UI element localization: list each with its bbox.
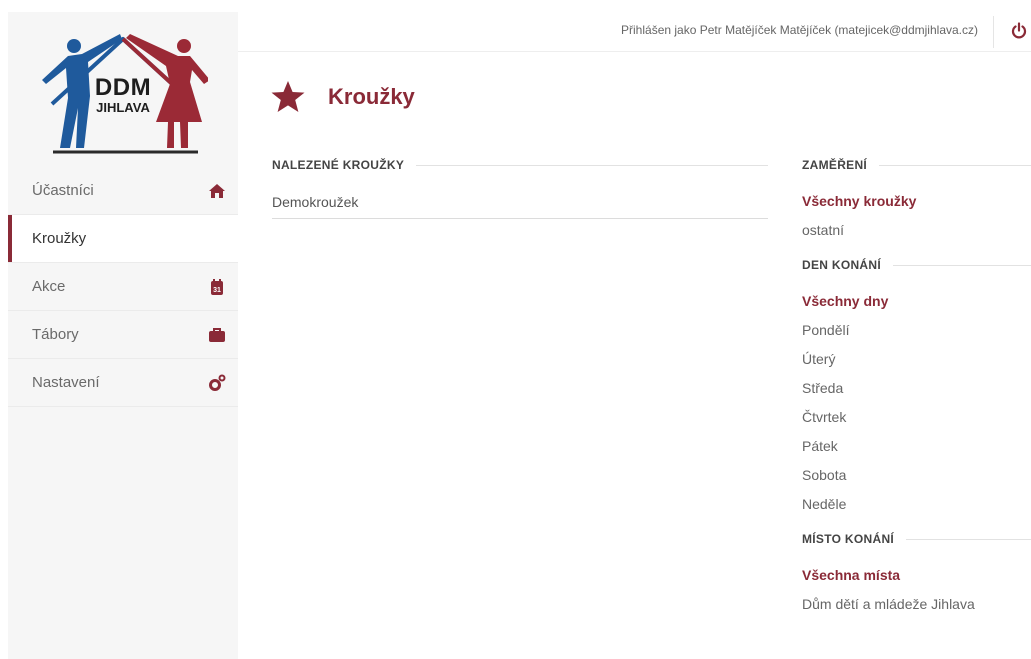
filter-focus: ZAMĚŘENÍ Všechny kroužky ostatní <box>802 158 1031 248</box>
sidebar: DDM JIHLAVA Účastníci Kroužky Akce 31 Tá… <box>8 12 238 659</box>
top-bar: Přihlášen jako Petr Matějíček Matějíček … <box>238 12 1031 52</box>
sidebar-item-ucastnici[interactable]: Účastníci <box>8 167 238 215</box>
filter-heading: DEN KONÁNÍ <box>802 258 1031 272</box>
filter-option[interactable]: Neděle <box>802 493 1031 522</box>
heading-divider <box>879 164 1031 166</box>
sidebar-nav: Účastníci Kroužky Akce 31 Tábory Nastave… <box>8 167 238 407</box>
filter-heading-label: MÍSTO KONÁNÍ <box>802 532 895 546</box>
briefcase-icon <box>209 328 225 342</box>
page-title: Kroužky <box>328 84 415 109</box>
results-section: NALEZENÉ KROUŽKY Demokroužek <box>272 158 768 219</box>
filter-option[interactable]: ostatní <box>802 219 1031 248</box>
logo-wordmark: DDM JIHLAVA <box>88 74 158 115</box>
ddm-jihlava-logo[interactable]: DDM JIHLAVA <box>38 24 210 159</box>
filter-option[interactable]: Všechna místa <box>802 564 1031 593</box>
sidebar-item-label: Nastavení <box>32 374 100 391</box>
list-item[interactable]: Demokroužek <box>272 194 768 219</box>
filter-option[interactable]: Dům dětí a mládeže Jihlava <box>802 593 1031 622</box>
filter-options: Všechna místa Dům dětí a mládeže Jihlava <box>802 564 1031 622</box>
heading-divider <box>893 264 1031 266</box>
sidebar-item-akce[interactable]: Akce 31 <box>8 263 238 311</box>
star-icon <box>271 81 305 112</box>
sidebar-item-label: Účastníci <box>32 182 94 199</box>
sidebar-item-krouzky[interactable]: Kroužky <box>8 215 238 263</box>
filter-place: MÍSTO KONÁNÍ Všechna místa Dům dětí a ml… <box>802 532 1031 622</box>
cogs-icon <box>209 374 226 391</box>
filter-day: DEN KONÁNÍ Všechny dny Pondělí Úterý Stř… <box>802 258 1031 522</box>
logo-line1: DDM <box>94 74 152 101</box>
filter-heading-label: DEN KONÁNÍ <box>802 258 882 272</box>
filter-options: Všechny dny Pondělí Úterý Středa Čtvrtek… <box>802 290 1031 522</box>
calendar-icon: 31 <box>211 279 223 295</box>
filters-panel: ZAMĚŘENÍ Všechny kroužky ostatní DEN KON… <box>802 158 1031 622</box>
filter-heading: MÍSTO KONÁNÍ <box>802 532 1031 546</box>
filter-option[interactable]: Čtvrtek <box>802 406 1031 435</box>
results-heading-label: NALEZENÉ KROUŽKY <box>272 158 405 172</box>
filter-option[interactable]: Všechny dny <box>802 290 1031 319</box>
sidebar-item-tabory[interactable]: Tábory <box>8 311 238 359</box>
heading-divider <box>416 164 768 166</box>
power-icon[interactable] <box>1010 22 1028 40</box>
filter-option[interactable]: Úterý <box>802 348 1031 377</box>
filter-option[interactable]: Všechny kroužky <box>802 190 1031 219</box>
sidebar-item-label: Kroužky <box>32 230 87 247</box>
heading-divider <box>906 538 1031 540</box>
logo-line2: JIHLAVA <box>96 100 150 115</box>
results-heading: NALEZENÉ KROUŽKY <box>272 158 768 172</box>
sidebar-item-label: Akce <box>32 278 66 295</box>
filter-heading-label: ZAMĚŘENÍ <box>802 158 868 172</box>
calendar-day-label: 31 <box>213 287 221 294</box>
filter-option[interactable]: Pátek <box>802 435 1031 464</box>
app-root: DDM JIHLAVA Účastníci Kroužky Akce 31 Tá… <box>0 0 1031 659</box>
filter-option[interactable]: Středa <box>802 377 1031 406</box>
filter-options: Všechny kroužky ostatní <box>802 190 1031 248</box>
filter-option[interactable]: Pondělí <box>802 319 1031 348</box>
sidebar-item-label: Tábory <box>32 326 79 343</box>
logged-in-user: Přihlášen jako Petr Matějíček Matějíček … <box>621 23 978 37</box>
topbar-divider <box>993 16 994 48</box>
home-icon <box>209 184 225 198</box>
sidebar-item-nastaveni[interactable]: Nastavení <box>8 359 238 407</box>
filter-heading: ZAMĚŘENÍ <box>802 158 1031 172</box>
filter-option[interactable]: Sobota <box>802 464 1031 493</box>
page-header: Kroužky <box>258 74 415 120</box>
